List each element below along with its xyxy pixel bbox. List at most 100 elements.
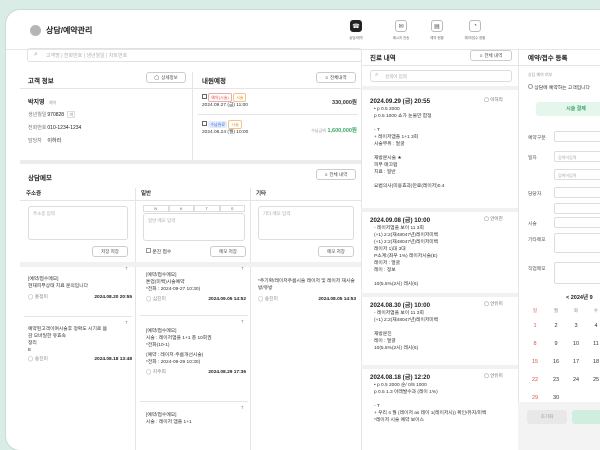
reset-button[interactable]: 초기화 bbox=[527, 410, 567, 424]
birth-row: 생년월일 970828 여 bbox=[28, 111, 76, 118]
timeline-all-button[interactable]: ≡ 전체 내역 bbox=[470, 50, 512, 61]
calendar-day[interactable]: 3 bbox=[571, 323, 581, 329]
calendar-day[interactable]: 1 bbox=[530, 323, 540, 329]
general-toolbar[interactable]: N K T S bbox=[143, 205, 245, 212]
section-gap bbox=[361, 293, 518, 297]
nav-consult[interactable]: ☎ 상담/예약 bbox=[343, 20, 369, 41]
visit-history-title: 내원예정 bbox=[202, 78, 226, 85]
divider bbox=[192, 88, 361, 89]
timeline-entry-date[interactable]: 2024.08.30 (금) 10:00 bbox=[370, 300, 430, 309]
general-check[interactable]: 문진 접수 bbox=[146, 248, 171, 255]
phone-row: 전화번호 010-1234-1234 bbox=[28, 125, 82, 131]
toolbar-btn[interactable]: T bbox=[194, 205, 220, 212]
timeline-entry-line: - T bbox=[374, 128, 380, 133]
chart-icon: ◔ bbox=[469, 20, 481, 32]
visit-date: 2024.06.24 (월) 10:00 bbox=[202, 130, 249, 135]
customer-name-row: 박지영 예약 bbox=[28, 97, 56, 106]
visit-item[interactable]: 예약(시술) 시술 2024.09.27 (금) 11:00 330,000원 bbox=[202, 93, 357, 109]
timeline-entry-line: 10(5.5%(2시) 레시(6) bbox=[374, 346, 419, 351]
calendar-day[interactable]: 24 bbox=[571, 377, 581, 383]
nav-label: 메시지 전송 bbox=[392, 35, 410, 40]
timeline-entry-line: 재방문시술 ★ bbox=[374, 156, 402, 161]
toolbar-btn[interactable]: N bbox=[143, 205, 169, 212]
calendar-day[interactable]: 11 bbox=[591, 341, 600, 347]
col-head-etc: 기타 bbox=[250, 188, 361, 201]
calendar-day[interactable]: 4 bbox=[591, 323, 600, 329]
note-flag: T bbox=[125, 266, 128, 271]
nav-message[interactable]: ✉ 메시지 전송 bbox=[388, 20, 414, 41]
submit-button[interactable] bbox=[572, 410, 600, 424]
timeline-entry-staff: ◯ 안유미 bbox=[484, 373, 503, 378]
calendar-day[interactable]: 8 bbox=[530, 341, 540, 347]
calendar-day[interactable]: 2 bbox=[551, 323, 561, 329]
calendar-weekday: 일 bbox=[532, 308, 538, 313]
nav-reservation[interactable]: ▤ 예약 현황 bbox=[424, 20, 450, 41]
section-gap bbox=[135, 262, 250, 267]
booking-date-input[interactable]: 검색어입력 bbox=[554, 151, 600, 162]
app-logo-icon bbox=[30, 25, 41, 36]
calendar-day[interactable]: 10 bbox=[571, 341, 581, 347]
timeline-entry-line: (+1) 2:2(재48047년)레이저미백 bbox=[374, 233, 439, 238]
calendar-day[interactable]: 15 bbox=[530, 359, 540, 365]
timeline-entry-line: 요법의사(미용효과)만료(레이저)0.4 bbox=[374, 184, 445, 189]
visit-item[interactable]: 수납완료 시술 2024.06.24 (월) 10:00 수납금액 1,600,… bbox=[202, 120, 357, 136]
timeline-entry-date[interactable]: 2024.08.18 (금) 12:20 bbox=[370, 372, 430, 381]
timeline-search-input[interactable]: ⌕ 검색어 입력 bbox=[370, 70, 512, 82]
calendar-day[interactable]: 17 bbox=[571, 359, 581, 365]
calendar-day[interactable]: 23 bbox=[551, 377, 561, 383]
symptom-save-button[interactable]: 저장 저장 bbox=[92, 246, 128, 257]
calendar-day[interactable]: 25 bbox=[591, 377, 600, 383]
col-head-general: 일반 bbox=[135, 188, 250, 201]
symptom-memo-input[interactable]: 주소증 입력 bbox=[28, 206, 128, 240]
calendar-day[interactable]: 16 bbox=[551, 359, 561, 365]
booking-item-select[interactable] bbox=[554, 203, 600, 214]
customer-detail-button[interactable]: ◯ 상세정보 bbox=[146, 72, 186, 83]
checkbox[interactable] bbox=[146, 248, 151, 253]
booking-type-select[interactable] bbox=[554, 131, 600, 142]
list-icon: ≡ bbox=[325, 75, 329, 80]
customer-name: 박지영 bbox=[28, 100, 45, 106]
consult-all-button[interactable]: ≡ 전체 내역 bbox=[316, 169, 356, 180]
timeline-entry-date[interactable]: 2024.09.29 (금) 20:55 bbox=[370, 96, 430, 105]
booking-memo-input[interactable] bbox=[554, 233, 600, 253]
list-icon: ≡ bbox=[324, 172, 328, 177]
divider bbox=[518, 65, 600, 66]
divider bbox=[135, 188, 136, 450]
booking-job-memo-input[interactable] bbox=[554, 262, 600, 284]
calendar-day[interactable]: 30 bbox=[551, 395, 561, 401]
customer-search-input[interactable]: ⌕ 고객명 | 전화번호 | 생년월일 | 차트번호 bbox=[27, 48, 362, 62]
booking-time-input[interactable]: 검색어입력 bbox=[554, 169, 600, 180]
section-gap bbox=[20, 160, 361, 164]
treatment-pay-button[interactable]: 시술 결제 bbox=[536, 102, 600, 116]
booking-check[interactable]: 상담에 예약하는 고객입니다 bbox=[528, 84, 590, 91]
etc-save-button[interactable]: 메모 저장 bbox=[318, 246, 354, 257]
note-flag: T bbox=[241, 266, 244, 271]
calendar-month[interactable]: < 2024년 9 bbox=[566, 293, 593, 301]
nav-label: 상담/예약 bbox=[349, 35, 363, 40]
timeline-entry-date[interactable]: 2024.09.08 (금) 10:00 bbox=[370, 215, 430, 224]
calendar-day[interactable]: 22 bbox=[530, 377, 540, 383]
booking-manager-select[interactable] bbox=[554, 187, 600, 198]
nav-label: 예약 현황 bbox=[430, 35, 444, 40]
search-icon: ⌕ bbox=[34, 51, 38, 58]
timeline-entry-line: + 레이저앰플 1+1 3회 bbox=[374, 135, 419, 140]
radio[interactable] bbox=[528, 84, 533, 89]
booking-select-label: 상담 예약 여부 bbox=[528, 72, 553, 77]
calendar-day[interactable]: 18 bbox=[591, 359, 600, 365]
calendar-weekday: 수 bbox=[593, 308, 599, 313]
toolbar-btn[interactable]: S bbox=[219, 205, 245, 212]
general-memo-input[interactable]: 일반 메모 입력 bbox=[143, 213, 245, 241]
general-save-button[interactable]: 메모 저장 bbox=[210, 246, 246, 257]
timeline-entry-line: + 우리 4 월 (레이저 as 레이 1(레이저시)) 확인/유지/미백 bbox=[374, 411, 487, 416]
visit-all-button[interactable]: ≡ 전체내역 bbox=[316, 72, 356, 83]
timeline-title: 진료 내역 bbox=[370, 55, 396, 62]
calendar-day[interactable]: 29 bbox=[530, 395, 540, 401]
timeline-entry-line: - 레이저앰플 보이 11 3회 bbox=[374, 311, 424, 316]
nav-receipt[interactable]: ◔ 예약/접수 현황 bbox=[462, 20, 488, 41]
visit-type-tag: 수납완료 bbox=[208, 121, 228, 128]
etc-memo-input[interactable]: 기타 메모 입력 bbox=[258, 206, 354, 240]
toolbar-btn[interactable]: K bbox=[168, 205, 194, 212]
timeline-entry-line: (+1) 2:2(재48047년)레이저미백 bbox=[374, 318, 439, 323]
calendar-day[interactable]: 9 bbox=[551, 341, 561, 347]
booking-treat-select[interactable] bbox=[554, 217, 600, 228]
